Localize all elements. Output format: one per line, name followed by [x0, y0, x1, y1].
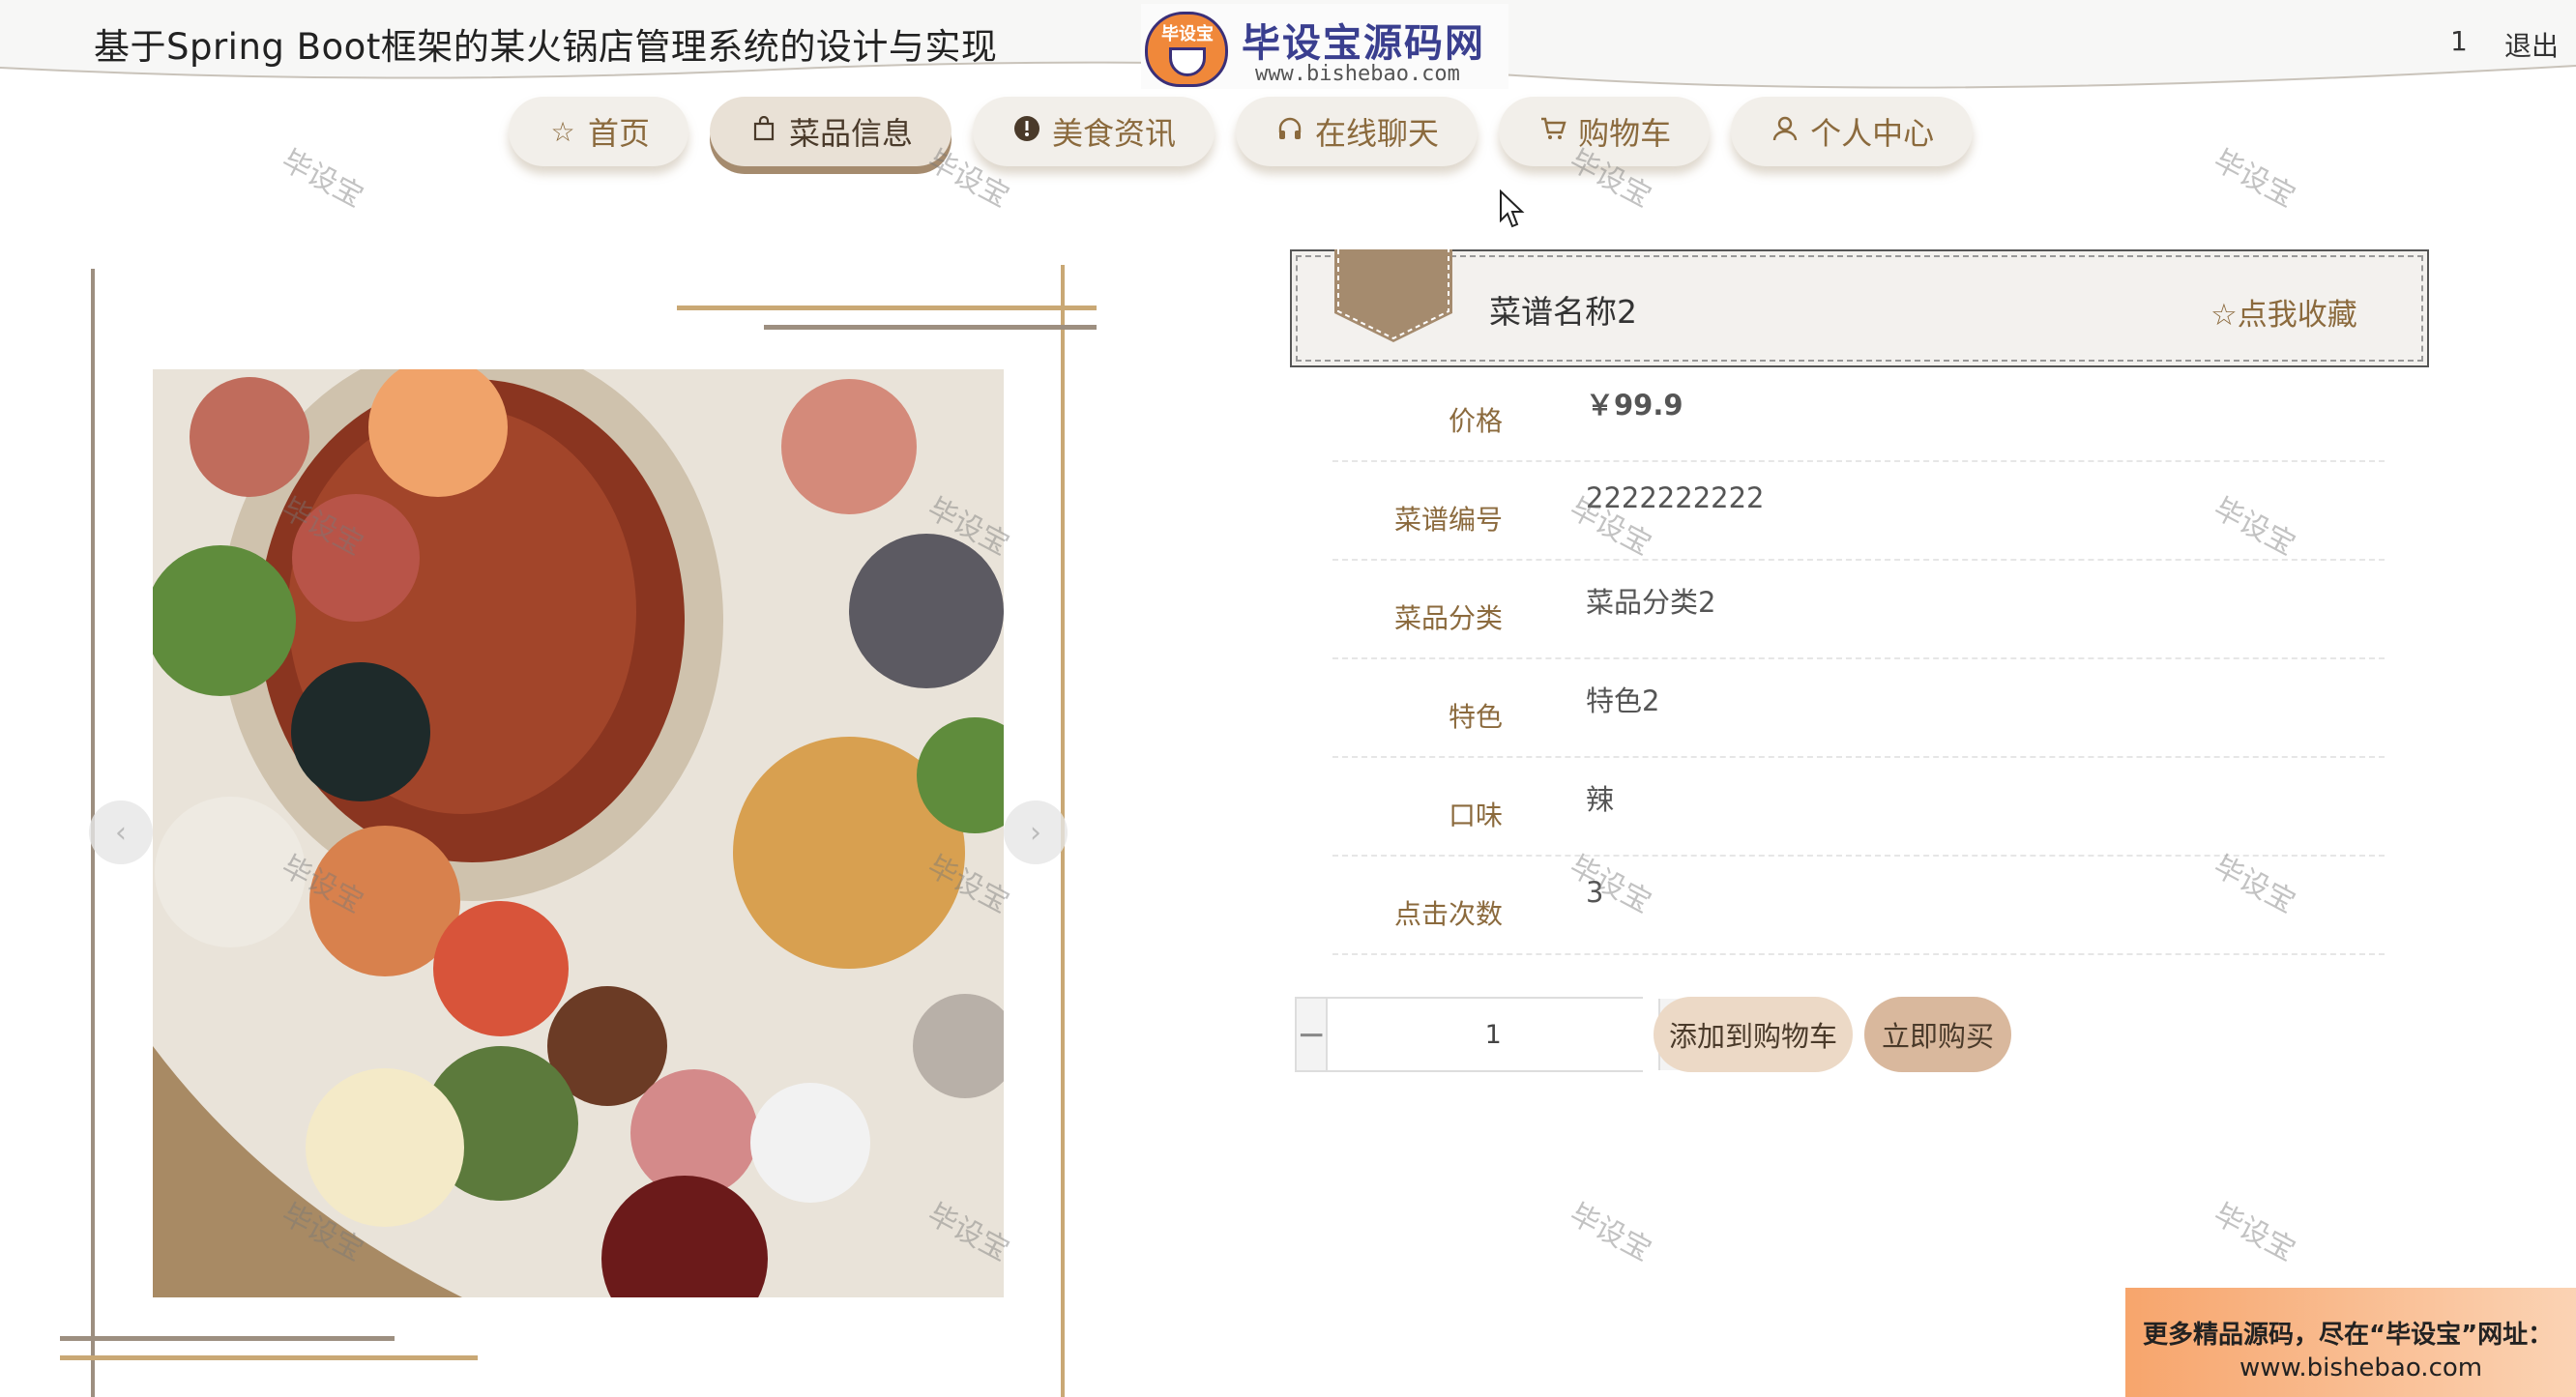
detail-row-price: 价格 ￥99.9 — [1332, 364, 2385, 462]
buy-now-button[interactable]: 立即购买 — [1864, 997, 2011, 1072]
alert-circle-icon — [1011, 115, 1042, 149]
quantity-input[interactable] — [1326, 999, 1661, 1070]
detail-row-category: 菜品分类 菜品分类2 — [1332, 561, 2385, 659]
watermark: 毕设宝 — [276, 143, 369, 215]
nav-item-chat[interactable]: 在线聊天 — [1236, 97, 1478, 166]
ribbon-flag-icon — [1334, 249, 1452, 342]
taste-value: 辣 — [1586, 783, 1615, 816]
detail-row-code: 菜谱编号 2222222222 — [1332, 462, 2385, 561]
promo-url: www.bishebao.com — [2239, 1353, 2483, 1382]
quantity-decrease-button[interactable]: − — [1297, 999, 1327, 1070]
watermark: 毕设宝 — [2208, 143, 2301, 215]
logo-text: 毕设宝源码网 — [1242, 21, 1485, 66]
code-value: 2222222222 — [1586, 481, 1765, 514]
nav-label: 菜品信息 — [789, 115, 914, 152]
detail-row-taste: 口味 辣 — [1332, 758, 2385, 857]
row-label: 特色 — [1448, 701, 1503, 733]
nav-item-home[interactable]: ☆ 首页 — [509, 97, 689, 166]
frame-line — [60, 1355, 478, 1360]
header: 基于Spring Boot框架的某火锅店管理系统的设计与实现 毕设宝 毕设宝源码… — [0, 0, 2576, 97]
mouse-cursor-icon — [1500, 189, 1525, 228]
category-value: 菜品分类2 — [1586, 586, 1716, 619]
main-nav: ☆ 首页 菜品信息 美食资讯 在线聊天 购物车 个人中心 — [509, 97, 1974, 174]
row-label: 菜谱编号 — [1393, 504, 1503, 536]
row-label: 菜品分类 — [1393, 602, 1503, 634]
watermark: 毕设宝 — [2208, 1197, 2301, 1268]
logo[interactable]: 毕设宝 毕设宝源码网 www.bishebao.com — [1141, 4, 1508, 89]
star-icon: ☆ — [550, 115, 575, 148]
favorite-button[interactable]: ☆点我收藏 — [2210, 290, 2357, 334]
user-icon — [1770, 115, 1800, 149]
row-label: 口味 — [1448, 800, 1503, 831]
gallery-prev-button[interactable]: ‹ — [89, 800, 153, 864]
frame-line — [677, 306, 1097, 310]
nav-label: 在线聊天 — [1315, 115, 1440, 152]
dish-name: 菜谱名称2 — [1489, 293, 1637, 331]
add-to-cart-button[interactable]: 添加到购物车 — [1654, 997, 1853, 1072]
nav-item-dishes[interactable]: 菜品信息 — [710, 97, 952, 166]
cart-icon — [1537, 115, 1568, 149]
nav-item-cart[interactable]: 购物车 — [1499, 97, 1711, 166]
promo-text: 更多精品源码，尽在“毕设宝”网址： — [2143, 1321, 2554, 1350]
logout-link[interactable]: 退出 — [2504, 25, 2559, 64]
row-label: 点击次数 — [1393, 898, 1503, 930]
nav-label: 购物车 — [1578, 115, 1672, 152]
clicks-value: 3 — [1586, 876, 1604, 909]
dish-photo[interactable] — [153, 369, 1004, 1297]
frame-line — [764, 325, 1097, 330]
watermark: 毕设宝 — [1564, 1197, 1657, 1268]
nav-label: 个人中心 — [1810, 115, 1935, 152]
site-title: 基于Spring Boot框架的某火锅店管理系统的设计与实现 — [94, 26, 998, 68]
row-label: 价格 — [1448, 405, 1503, 437]
promo-banner[interactable]: 更多精品源码，尽在“毕设宝”网址： www.bishebao.com — [2125, 1288, 2576, 1397]
nav-label: 首页 — [588, 115, 651, 152]
nav-label: 美食资讯 — [1052, 115, 1177, 152]
gallery-next-button[interactable]: › — [1004, 800, 1068, 864]
logo-face-icon — [1169, 47, 1206, 76]
nav-item-profile[interactable]: 个人中心 — [1731, 97, 1974, 166]
dish-title-box: 菜谱名称2 ☆点我收藏 — [1290, 249, 2429, 367]
logo-badge-text: 毕设宝 — [1161, 24, 1214, 44]
nav-item-news[interactable]: 美食资讯 — [973, 97, 1215, 166]
hotpot-image — [153, 369, 1004, 1297]
user-name[interactable]: 1 — [2450, 25, 2468, 57]
quantity-stepper: − + — [1295, 997, 1690, 1072]
logo-badge-icon: 毕设宝 — [1145, 12, 1228, 87]
bag-icon — [748, 115, 779, 148]
logo-url: www.bishebao.com — [1255, 62, 1460, 86]
headset-icon — [1274, 115, 1305, 149]
detail-row-clicks: 点击次数 3 — [1332, 857, 2385, 955]
price-value: ￥99.9 — [1586, 389, 1683, 422]
feature-value: 特色2 — [1586, 684, 1660, 717]
detail-row-feature: 特色 特色2 — [1332, 659, 2385, 758]
frame-line — [60, 1336, 395, 1341]
